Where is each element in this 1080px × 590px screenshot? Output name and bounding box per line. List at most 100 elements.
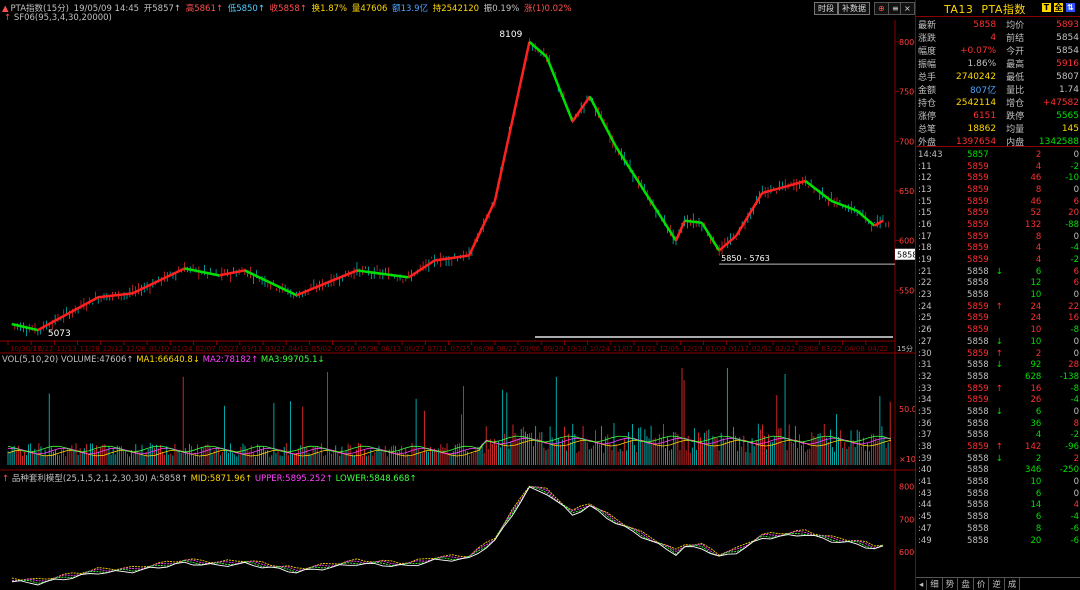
side-tab[interactable]: 细 <box>927 578 943 590</box>
chart-area[interactable]: ▲ PTA指数(15分) 19/05/09 14:45 开5857↑ 高5861↑… <box>0 0 915 590</box>
tick-cell <box>991 219 1008 231</box>
tick-cell: :12 <box>918 173 932 184</box>
tick-cell: 5859 <box>967 161 989 172</box>
tick-cell: :44 <box>918 500 932 511</box>
tick-cell: 5858 <box>967 465 989 476</box>
zigzag-segment <box>674 220 686 242</box>
tick-cell: 14 <box>1030 500 1042 511</box>
side-tab[interactable]: 盘 <box>958 578 974 590</box>
sort-icon[interactable]: ⇅ <box>1066 3 1075 12</box>
tick-cell <box>991 535 1008 547</box>
tick-cell: 10 <box>1030 336 1042 347</box>
tick-cell: :24 <box>918 301 932 312</box>
tick-cell: :43 <box>918 488 932 499</box>
date-axis-label: 11/07 <box>613 345 633 353</box>
quote-value: +0.07% <box>959 45 997 56</box>
tick-cell: 10 <box>1030 325 1042 336</box>
tick-cell: 24 <box>1030 301 1042 312</box>
tick-cell <box>991 172 1008 184</box>
tick-cell: 0 <box>1073 488 1079 499</box>
date-axis-label: 10/24 <box>590 345 611 353</box>
tick-cell <box>991 430 1008 442</box>
tick-cell: 5859 <box>967 348 989 359</box>
date-axis-label: 02/22 <box>775 345 795 353</box>
period-label: 15分 <box>897 344 913 353</box>
tick-cell: :13 <box>918 184 932 195</box>
tick-cell: 0 <box>1073 290 1079 301</box>
quote-value: 18862 <box>967 123 997 134</box>
quote-row: 总笔 18862 均量 145 <box>916 122 1080 136</box>
side-tabs: ◂ 细势盘价逆成 <box>916 577 1080 590</box>
date-axis-label: 12/05 <box>659 345 679 353</box>
date-axis-label: 05/16 <box>335 345 356 353</box>
tick-cell: 6 <box>1073 278 1079 289</box>
tick-cell: :45 <box>918 512 932 523</box>
quote-value: 5854 <box>1056 45 1079 56</box>
quote-panel: TA13 PTA指数 T 全 ⇅ 最新 5858 均价 5893 涨跌 4 前结 5854 幅度… <box>915 0 1080 590</box>
tick-cell: 346 <box>1025 465 1042 476</box>
tick-cell: :37 <box>918 430 932 441</box>
t-icon[interactable]: T <box>1042 3 1051 12</box>
tick-row: :21 5858 ↓ 6 6 <box>916 266 1080 278</box>
tick-row: :43 5858 6 0 <box>916 488 1080 500</box>
tick-cell: 5858 <box>967 406 989 417</box>
tick-cell: 6 <box>1073 266 1079 277</box>
tick-row: :24 5859 ↑ 24 22 <box>916 301 1080 313</box>
tick-row: :22 5858 12 6 <box>916 278 1080 290</box>
date-axis-label: 02/07 <box>195 345 215 353</box>
tick-cell <box>991 184 1008 196</box>
tick-cell <box>991 149 1008 161</box>
side-tab[interactable]: 价 <box>974 578 990 590</box>
tick-cell: 4 <box>1035 161 1042 172</box>
tick-cell: -88 <box>1065 219 1079 230</box>
zigzag-segment <box>735 192 764 237</box>
tick-row: :31 5858 ↓ 92 28 <box>916 359 1080 371</box>
main-price-chart[interactable]: 8109 5073 5850 - 5763 5858 50.0 ×10 8000 7000… <box>0 0 915 590</box>
tick-cell: 5858 <box>967 430 989 441</box>
date-axis-label: 08/08 <box>474 345 494 353</box>
quote-row: 金额 807亿 量比 1.74 <box>916 83 1080 97</box>
date-axis-label: 03/08 <box>798 345 818 353</box>
tick-row: :13 5859 8 0 <box>916 184 1080 196</box>
tick-cell: 0 <box>1073 348 1079 359</box>
tick-cell: 2 <box>1073 453 1079 464</box>
all-icon[interactable]: 全 <box>1054 3 1063 12</box>
tick-cell: :41 <box>918 477 932 488</box>
tick-cell: :18 <box>918 243 932 254</box>
tick-cell: 28 <box>1068 360 1079 371</box>
range-marker: 5850 - 5763 <box>721 254 770 263</box>
tick-cell: 10 <box>1030 477 1042 488</box>
tick-cell: :21 <box>918 266 932 277</box>
tick-cell <box>991 161 1008 173</box>
side-tab[interactable]: 逆 <box>989 578 1005 590</box>
quote-title: TA13 PTA指数 T 全 ⇅ <box>916 1 1080 16</box>
date-axis-label: 10/27 <box>33 345 53 353</box>
side-tab[interactable]: 成 <box>1005 578 1021 590</box>
tick-cell: -6 <box>1070 523 1079 534</box>
quote-row: 振幅 1.86% 最高 5916 <box>916 57 1080 71</box>
quote-label: 量比 <box>1006 86 1025 96</box>
side-tab[interactable]: 势 <box>943 578 959 590</box>
tick-cell: 5859 <box>967 173 989 184</box>
quote-value: 4 <box>990 32 997 43</box>
date-axis-label: 05/30 <box>358 345 378 353</box>
quote-label: 振幅 <box>918 60 937 70</box>
zigzag-segment <box>467 200 497 257</box>
date-axis-label: 12/12 <box>103 345 123 353</box>
tick-cell <box>991 324 1008 336</box>
date-axis-label: 02/27 <box>219 345 239 353</box>
tick-row: :47 5858 8 -6 <box>916 523 1080 535</box>
tick-row: :37 5858 4 -2 <box>916 430 1080 442</box>
tick-cell <box>991 196 1008 208</box>
low-marker: 5073 <box>48 329 71 339</box>
tick-cell: :47 <box>918 523 932 534</box>
tick-row: :27 5858 ↓ 10 0 <box>916 336 1080 348</box>
scroll-left-icon[interactable]: ◂ <box>916 580 928 590</box>
arb-axis-label: 7000 <box>899 515 915 524</box>
tick-cell <box>991 476 1008 488</box>
tick-row: :38 5859 ↑ 142 -96 <box>916 441 1080 453</box>
tick-cell: 16 <box>1030 383 1042 394</box>
date-axis-label: 04/22 <box>868 345 888 353</box>
tick-cell: 0 <box>1073 477 1079 488</box>
tick-cell <box>991 231 1008 243</box>
